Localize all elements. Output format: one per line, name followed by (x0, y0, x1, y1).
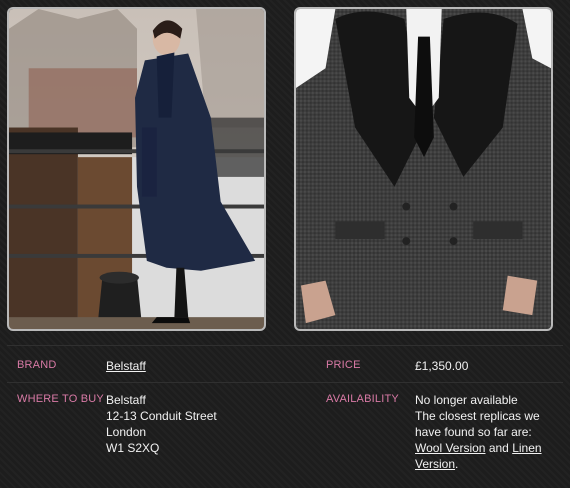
where-to-buy-label: WHERE TO BUY (17, 393, 104, 405)
coat-photo-right[interactable] (294, 7, 553, 331)
and-text: and (485, 441, 513, 455)
address-line: London (106, 425, 147, 439)
brand-label: BRAND (17, 359, 57, 371)
address-line: Belstaff (106, 393, 146, 407)
availability-text: The closest replicas we (415, 409, 540, 423)
wool-version-link[interactable]: Wool Version (415, 441, 485, 455)
address-line: W1 S2XQ (106, 441, 160, 455)
availability-status: No longer available (415, 393, 518, 407)
price-value: £1,350.00 (415, 359, 469, 373)
row-divider (7, 382, 563, 383)
section-divider (7, 345, 563, 346)
availability-text: have found so far are: (415, 425, 532, 439)
linen-version-link-cont[interactable]: Version (415, 457, 455, 471)
availability-label: AVAILABILITY (326, 393, 399, 405)
linen-version-link[interactable]: Linen (512, 441, 541, 455)
period-text: . (455, 457, 459, 471)
brand-link[interactable]: Belstaff (106, 358, 146, 374)
store-address: Belstaff 12-13 Conduit Street London W1 … (106, 392, 217, 456)
price-label: PRICE (326, 359, 361, 371)
coat-photo-left[interactable] (7, 7, 266, 331)
availability-info: No longer available The closest replicas… (415, 392, 565, 472)
runway-coat-image (296, 9, 551, 329)
address-line: 12-13 Conduit Street (106, 409, 217, 423)
sherlock-coat-image (9, 9, 264, 329)
